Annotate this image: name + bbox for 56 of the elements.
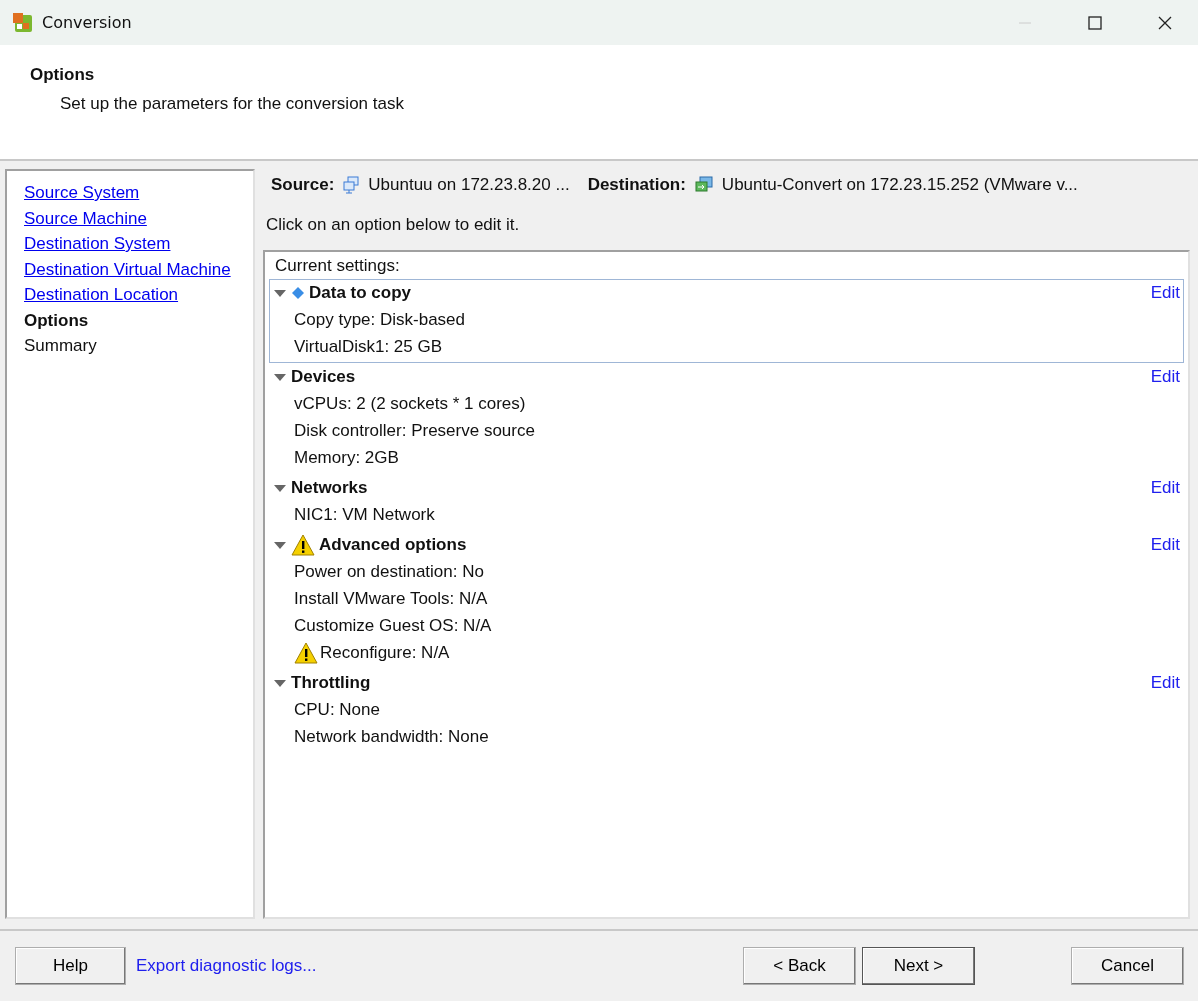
sidebar-item[interactable]: Source System (24, 180, 253, 206)
setting-text: Customize Guest OS: N/A (294, 615, 492, 636)
back-button[interactable]: < Back (743, 947, 856, 985)
sidebar-item[interactable]: Destination Location (24, 282, 253, 308)
setting-text: VirtualDisk1: 25 GB (294, 336, 443, 357)
edit-link[interactable]: Edit (1150, 535, 1180, 555)
close-icon[interactable] (1158, 15, 1172, 30)
help-button[interactable]: Help (15, 947, 126, 985)
selected-section[interactable]: Data to copy Edit Copy type: Disk-based VirtualDisk1: 25 GB (269, 279, 1184, 363)
destination-label: Destination: (587, 175, 686, 195)
setting-text: CPU: None (294, 699, 380, 720)
setting-text: Reconfigure: N/A (320, 642, 450, 663)
setting-text: Network bandwidth: None (294, 726, 489, 747)
sidebar-item[interactable]: Destination System (24, 231, 253, 257)
maximize-icon[interactable] (1088, 15, 1102, 30)
cancel-button[interactable]: Cancel (1071, 947, 1184, 985)
section-title: Devices (291, 367, 356, 387)
source-label: Source: (271, 175, 335, 195)
edit-link[interactable]: Edit (1150, 367, 1180, 387)
section-title: Throttling (291, 673, 371, 693)
edit-link[interactable]: Edit (1150, 673, 1180, 693)
sidebar-item: Summary (24, 335, 98, 357)
source-value: Ubuntuu on 172.23.8.20 ... (368, 175, 570, 195)
setting-text: Memory: 2GB (294, 447, 399, 468)
edit-link[interactable]: Edit (1150, 283, 1180, 303)
section-title: Advanced options (319, 535, 467, 555)
warning-icon (291, 534, 315, 556)
setting-text: NIC1: VM Network (294, 504, 435, 525)
window-title: Conversion (42, 13, 132, 32)
expand-triangle-icon[interactable] (273, 678, 287, 688)
section-title: Data to copy (309, 283, 412, 303)
destination-value: Ubuntu-Convert on 172.23.15.252 (VMware v... (721, 175, 1078, 195)
settings-caption: Current settings: (274, 256, 401, 277)
setting-text: Install VMware Tools: N/A (294, 588, 488, 609)
sidebar-item[interactable]: Destination Virtual Machine (24, 256, 253, 282)
expand-triangle-icon[interactable] (273, 372, 287, 382)
expand-triangle-icon[interactable] (273, 483, 287, 493)
setting-text: Copy type: Disk-based (294, 309, 466, 330)
app-icon (12, 11, 34, 34)
setting-text: vCPUs: 2 (2 sockets * 1 cores) (294, 393, 526, 414)
instruction-text: Click on an option below to edit it. (265, 214, 521, 236)
expand-triangle-icon[interactable] (273, 288, 287, 298)
page-subtitle: Set up the parameters for the conversion task (60, 94, 405, 114)
section-title: Networks (291, 478, 368, 498)
setting-text: Power on destination: No (294, 561, 484, 582)
next-button[interactable]: Next > (862, 947, 975, 985)
setting-text: Disk controller: Preserve source (294, 420, 535, 441)
edit-link[interactable]: Edit (1150, 478, 1180, 498)
sidebar-item[interactable]: Source Machine (24, 205, 253, 231)
virtual-machine-icon (693, 176, 714, 194)
sidebar-item: Options (24, 309, 90, 332)
page-title: Options (30, 65, 96, 85)
diamond-icon (291, 286, 305, 300)
export-logs-link[interactable]: Export diagnostic logs... (136, 956, 317, 976)
expand-triangle-icon[interactable] (273, 540, 287, 550)
computer-icon (342, 176, 361, 194)
